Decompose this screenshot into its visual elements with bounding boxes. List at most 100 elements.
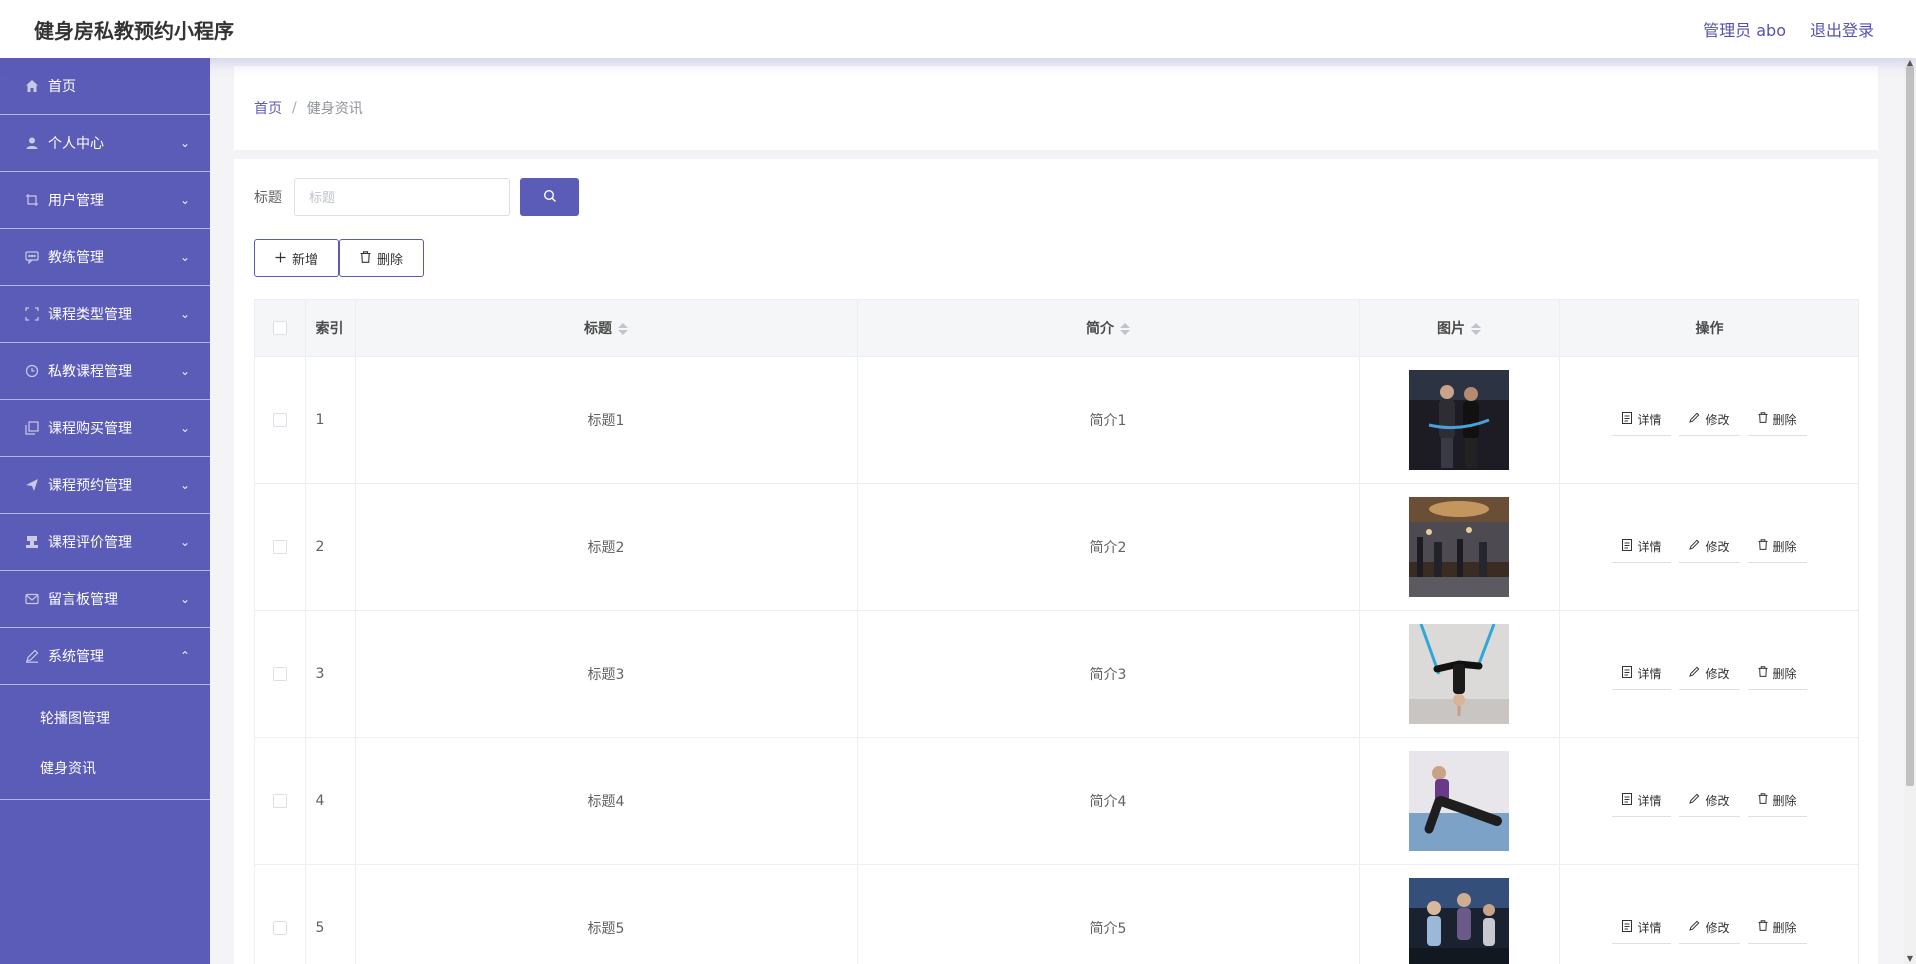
row-checkbox[interactable] [272, 412, 287, 427]
table-row: 3 标题3 简介3 详情 修改 删除 [255, 610, 1858, 738]
edit-label: 修改 [1705, 412, 1730, 427]
row-select-cell[interactable] [255, 483, 306, 611]
row-ops: 详情 修改 删除 [1559, 483, 1858, 611]
row-select-cell[interactable] [255, 610, 306, 738]
breadcrumb-home[interactable]: 首页 [254, 98, 282, 118]
header-intro[interactable]: 简介 [857, 300, 1360, 357]
edit-button[interactable]: 修改 [1679, 911, 1740, 944]
content-panel: 标题 新增 删除 [234, 159, 1878, 964]
delete-label: 删除 [1772, 666, 1797, 681]
scrollbar-thumb[interactable] [1906, 66, 1914, 786]
row-checkbox[interactable] [272, 793, 287, 808]
header-ops: 操作 [1559, 300, 1858, 357]
edit-label: 修改 [1705, 920, 1730, 935]
header-index: 索引 [305, 300, 356, 357]
search-label: 标题 [254, 190, 282, 206]
edit-button[interactable]: 修改 [1679, 657, 1740, 690]
sidebar-item-home[interactable]: 首页 [0, 58, 210, 115]
detail-button[interactable]: 详情 [1612, 530, 1672, 563]
row-thumbnail[interactable] [1409, 369, 1509, 470]
add-button-label: 新增 [292, 251, 319, 267]
row-image-cell [1359, 864, 1560, 964]
chevron-down-icon: ⌄ [179, 193, 190, 207]
header-title[interactable]: 标题 [355, 300, 858, 357]
sidebar-item-label: 个人中心 [48, 136, 104, 152]
edit-button[interactable]: 修改 [1679, 403, 1740, 436]
sort-icon[interactable] [1471, 322, 1481, 335]
row-checkbox[interactable] [272, 539, 287, 554]
main-area: 首页 / 健身资讯 标题 新增 删除 [210, 58, 1904, 964]
header-select-all[interactable] [255, 300, 306, 357]
add-button[interactable]: 新增 [254, 239, 340, 277]
sidebar-item-course-type-management[interactable]: 课程类型管理 ⌄ [0, 286, 210, 343]
row-intro: 简介3 [857, 610, 1360, 738]
row-title: 标题3 [355, 610, 858, 738]
row-checkbox[interactable] [272, 920, 287, 935]
row-thumbnail[interactable] [1409, 750, 1509, 851]
table-header-row: 索引 标题 简介 图片 操作 [255, 300, 1858, 357]
edit-label: 修改 [1705, 666, 1730, 681]
sidebar-item-user-management[interactable]: 用户管理 ⌄ [0, 172, 210, 229]
app-title: 健身房私教预约小程序 [34, 18, 234, 43]
sidebar-item-system-management[interactable]: 系统管理 ⌃ [0, 628, 210, 685]
document-icon [1622, 792, 1633, 808]
sidebar-item-personal-center[interactable]: 个人中心 ⌄ [0, 115, 210, 172]
sidebar-subitem-carousel[interactable]: 轮播图管理 [0, 693, 210, 743]
sidebar-item-coach-management[interactable]: 教练管理 ⌄ [0, 229, 210, 286]
delete-button[interactable]: 删除 [1747, 657, 1807, 690]
page-scrollbar[interactable]: ▲ ▼ [1904, 58, 1916, 964]
sidebar-item-course-review-management[interactable]: 课程评价管理 ⌄ [0, 514, 210, 571]
row-thumbnail[interactable] [1409, 496, 1509, 597]
logout-link[interactable]: 退出登录 [1810, 17, 1874, 41]
sidebar-item-label: 课程购买管理 [48, 421, 132, 437]
row-index: 1 [305, 356, 356, 484]
sort-icon[interactable] [618, 322, 628, 335]
detail-button[interactable]: 详情 [1612, 784, 1672, 817]
clock-icon [24, 363, 40, 379]
detail-button[interactable]: 详情 [1612, 911, 1672, 944]
trash-icon [1757, 920, 1768, 934]
plus-icon [275, 251, 286, 266]
search-button[interactable] [520, 178, 579, 216]
search-row: 标题 [254, 178, 579, 216]
row-intro: 简介5 [857, 864, 1360, 964]
sidebar-subitem-fitness-news[interactable]: 健身资讯 [0, 743, 210, 793]
trash-icon [360, 250, 371, 266]
select-all-checkbox[interactable] [272, 320, 287, 335]
user-name[interactable]: 管理员 abo [1703, 17, 1786, 41]
sidebar-item-label: 课程预约管理 [48, 478, 132, 494]
header-image[interactable]: 图片 [1359, 300, 1560, 357]
scroll-down-arrow-icon[interactable]: ▼ [1904, 954, 1916, 964]
edit-button[interactable]: 修改 [1679, 530, 1740, 563]
sidebar-item-private-course-management[interactable]: 私教课程管理 ⌄ [0, 343, 210, 400]
row-thumbnail[interactable] [1409, 623, 1509, 724]
detail-button[interactable]: 详情 [1612, 657, 1672, 690]
pencil-icon [1689, 793, 1700, 807]
sidebar-item-message-board-management[interactable]: 留言板管理 ⌄ [0, 571, 210, 628]
row-title: 标题2 [355, 483, 858, 611]
delete-button[interactable]: 删除 [1747, 403, 1807, 436]
table-row: 2 标题2 简介2 详情 修改 删除 [255, 483, 1858, 611]
search-input[interactable] [294, 178, 510, 216]
edit-label: 修改 [1705, 793, 1730, 808]
detail-button[interactable]: 详情 [1612, 403, 1672, 436]
delete-button[interactable]: 删除 [1747, 911, 1807, 944]
user-icon [24, 135, 40, 151]
delete-button[interactable]: 删除 [1747, 784, 1807, 817]
batch-delete-button[interactable]: 删除 [339, 239, 425, 277]
sidebar-item-course-booking-management[interactable]: 课程预约管理 ⌄ [0, 457, 210, 514]
edit-button[interactable]: 修改 [1679, 784, 1740, 817]
delete-button[interactable]: 删除 [1747, 530, 1807, 563]
row-checkbox[interactable] [272, 666, 287, 681]
delete-label: 删除 [1772, 412, 1797, 427]
row-select-cell[interactable] [255, 737, 306, 865]
sidebar-item-course-purchase-management[interactable]: 课程购买管理 ⌄ [0, 400, 210, 457]
row-thumbnail[interactable] [1409, 877, 1509, 964]
sort-icon[interactable] [1120, 322, 1130, 335]
table-row: 1 标题1 简介1 详情 修改 删除 [255, 356, 1858, 484]
pencil-icon [1689, 412, 1700, 426]
trash-icon [1757, 412, 1768, 426]
row-select-cell[interactable] [255, 356, 306, 484]
row-select-cell[interactable] [255, 864, 306, 964]
action-buttons: 新增 删除 [254, 239, 425, 277]
